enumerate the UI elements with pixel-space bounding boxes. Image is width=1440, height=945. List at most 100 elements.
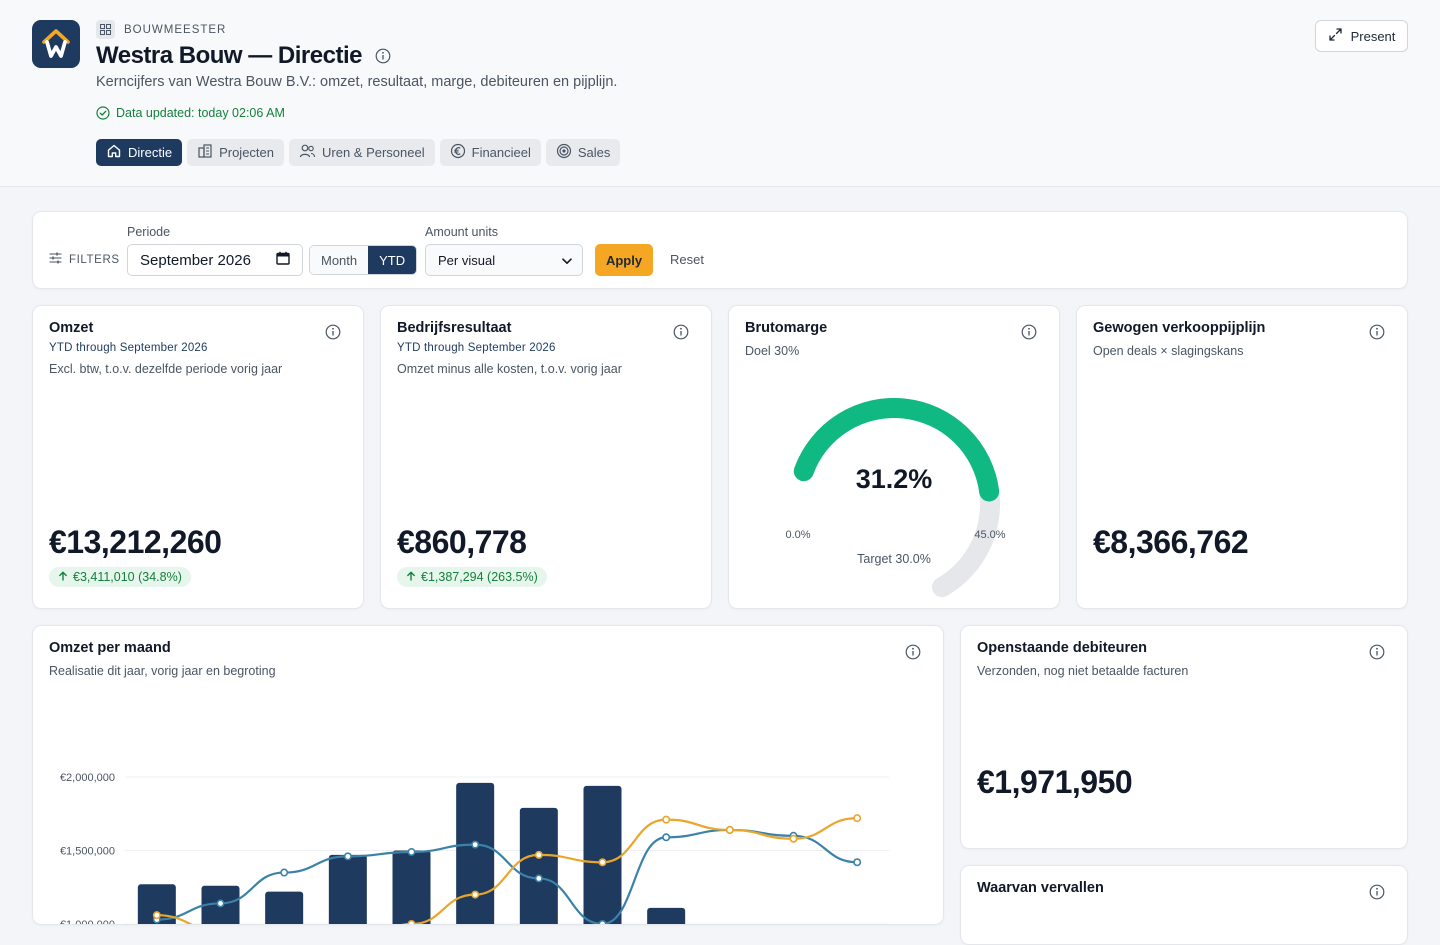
- present-button[interactable]: Present: [1315, 20, 1408, 52]
- page-subtitle: Kerncijfers van Westra Bouw B.V.: omzet,…: [96, 74, 618, 90]
- tab-bar: Directie Projecten Uren & Personeel Fina…: [96, 139, 621, 166]
- kpi-description: Excl. btw, t.o.v. dezelfde periode vorig…: [49, 362, 283, 376]
- grid-icon: [96, 20, 115, 39]
- info-icon[interactable]: [1369, 884, 1385, 900]
- tab-label: Projecten: [219, 145, 274, 160]
- filters-label: FILTERS: [69, 253, 120, 266]
- kpi-delta-text: €1,387,294 (263.5%): [421, 570, 538, 584]
- tab-projecten[interactable]: Projecten: [187, 139, 284, 166]
- amount-units-select[interactable]: Per visual: [425, 244, 583, 276]
- chevron-down-icon: [562, 253, 572, 268]
- kpi-value: €860,778: [397, 524, 527, 560]
- series-point: [216, 899, 225, 908]
- omzet-chart: €2,000,000 €1,500,000 €1,000,000: [60, 772, 889, 924]
- series-point: [471, 840, 480, 849]
- series-line: [156, 828, 858, 924]
- euro-icon: [450, 143, 466, 162]
- tab-label: Financieel: [471, 145, 531, 160]
- bar: [519, 807, 558, 924]
- building-icon: [197, 143, 213, 162]
- bar: [456, 782, 495, 924]
- series-point: [343, 852, 352, 861]
- tab-sales[interactable]: Sales: [545, 139, 621, 166]
- calendar-icon[interactable]: [276, 251, 290, 269]
- gauge-max-label: 45.0%: [974, 529, 1005, 541]
- series-point: [407, 847, 416, 856]
- amount-units-value: Per visual: [438, 252, 496, 268]
- kpi-card-verkooppijplijn: Gewogen verkooppijplijn Open deals × sla…: [1076, 305, 1408, 609]
- periode-value: September 2026: [140, 251, 251, 269]
- card-description: Verzonden, nog niet betaalde facturen: [977, 664, 1189, 678]
- kpi-card-omzet: Omzet YTD through September 2026 Excl. b…: [32, 305, 364, 609]
- gauge-value: 31.2%: [856, 464, 933, 494]
- info-icon[interactable]: [1369, 644, 1385, 660]
- tab-label: Directie: [128, 145, 173, 160]
- gauge-target-label: Target 30.0%: [857, 552, 931, 566]
- arrow-up-icon: [58, 570, 68, 584]
- kpi-delta-badge: €3,411,010 (34.8%): [49, 567, 191, 587]
- series-point: [662, 833, 671, 842]
- amount-units-label: Amount units: [425, 225, 498, 239]
- info-icon[interactable]: [673, 324, 689, 340]
- tab-financieel[interactable]: Financieel: [439, 139, 541, 166]
- house-w-logo: [32, 20, 80, 68]
- check-circle-icon: [96, 106, 110, 120]
- kpi-delta-badge: €1,387,294 (263.5%): [397, 567, 547, 587]
- periode-label: Periode: [127, 225, 171, 239]
- gauge-min-label: 0.0%: [785, 529, 810, 541]
- y-tick-label: €2,000,000: [60, 772, 115, 784]
- kpi-title: Omzet: [49, 320, 94, 336]
- home-icon: [106, 143, 122, 162]
- debiteuren-card: Openstaande debiteuren Verzonden, nog ni…: [960, 625, 1408, 849]
- bar: [265, 891, 304, 924]
- series-point: [152, 911, 161, 920]
- bar: [328, 854, 367, 924]
- series-point: [598, 920, 607, 924]
- expand-icon: [1328, 27, 1343, 45]
- apply-button[interactable]: Apply: [595, 244, 653, 276]
- series-point: [471, 890, 480, 899]
- brand-row: BOUWMEESTER: [96, 20, 226, 39]
- mode-ytd-button[interactable]: YTD: [368, 246, 417, 274]
- bar: [647, 907, 686, 924]
- series-point: [598, 858, 607, 867]
- info-icon[interactable]: [1369, 324, 1385, 340]
- tab-label: Sales: [577, 145, 611, 160]
- series-point: [725, 825, 734, 834]
- period-mode-toggle: Month YTD: [309, 245, 418, 275]
- kpi-value: €13,212,260: [49, 524, 222, 560]
- page-header: BOUWMEESTER Westra Bouw — Directie Kernc…: [0, 0, 1440, 187]
- kpi-delta-text: €3,411,010 (34.8%): [73, 570, 182, 584]
- kpi-description: Open deals × slagingskans: [1093, 344, 1244, 358]
- users-icon: [299, 143, 316, 162]
- kpi-card-bedrijfsresultaat: Bedrijfsresultaat YTD through September …: [380, 305, 712, 609]
- series-point: [534, 850, 543, 859]
- brutomarge-gauge: 31.2% 0.0% 45.0% Target 30.0%: [785, 398, 1006, 598]
- series-line: [156, 817, 858, 924]
- card-title: Openstaande debiteuren: [977, 640, 1148, 656]
- info-icon[interactable]: [325, 324, 341, 340]
- arrow-up-icon: [406, 570, 416, 584]
- tab-uren-personeel[interactable]: Uren & Personeel: [289, 139, 435, 166]
- kpi-description: Omzet minus alle kosten, t.o.v. vorig ja…: [397, 362, 622, 376]
- y-tick-label: €1,500,000: [60, 846, 115, 858]
- bar: [583, 785, 622, 924]
- kpi-title: Gewogen verkooppijplijn: [1093, 320, 1266, 336]
- brand-name: BOUWMEESTER: [124, 23, 227, 36]
- sliders-icon: [49, 252, 62, 267]
- mode-month-button[interactable]: Month: [310, 246, 369, 274]
- reset-button[interactable]: Reset: [670, 252, 704, 267]
- series-point: [407, 920, 416, 924]
- kpi-title: Bedrijfsresultaat: [397, 320, 512, 336]
- series-point: [853, 814, 862, 823]
- tab-directie[interactable]: Directie: [96, 139, 183, 166]
- info-icon[interactable]: [375, 48, 391, 64]
- omzet-per-maand-card: Omzet per maand Realisatie dit jaar, vor…: [32, 625, 944, 925]
- kpi-card-brutomarge: Brutomarge Doel 30% 31.2% 0.0% 45.0% Tar…: [728, 305, 1060, 609]
- series-point: [662, 815, 671, 824]
- periode-month-input[interactable]: September 2026: [127, 244, 303, 276]
- debiteuren-value: €1,971,950: [977, 764, 1133, 800]
- card-title: Waarvan vervallen: [977, 880, 1104, 896]
- tab-label: Uren & Personeel: [322, 145, 425, 160]
- series-point: [280, 868, 289, 877]
